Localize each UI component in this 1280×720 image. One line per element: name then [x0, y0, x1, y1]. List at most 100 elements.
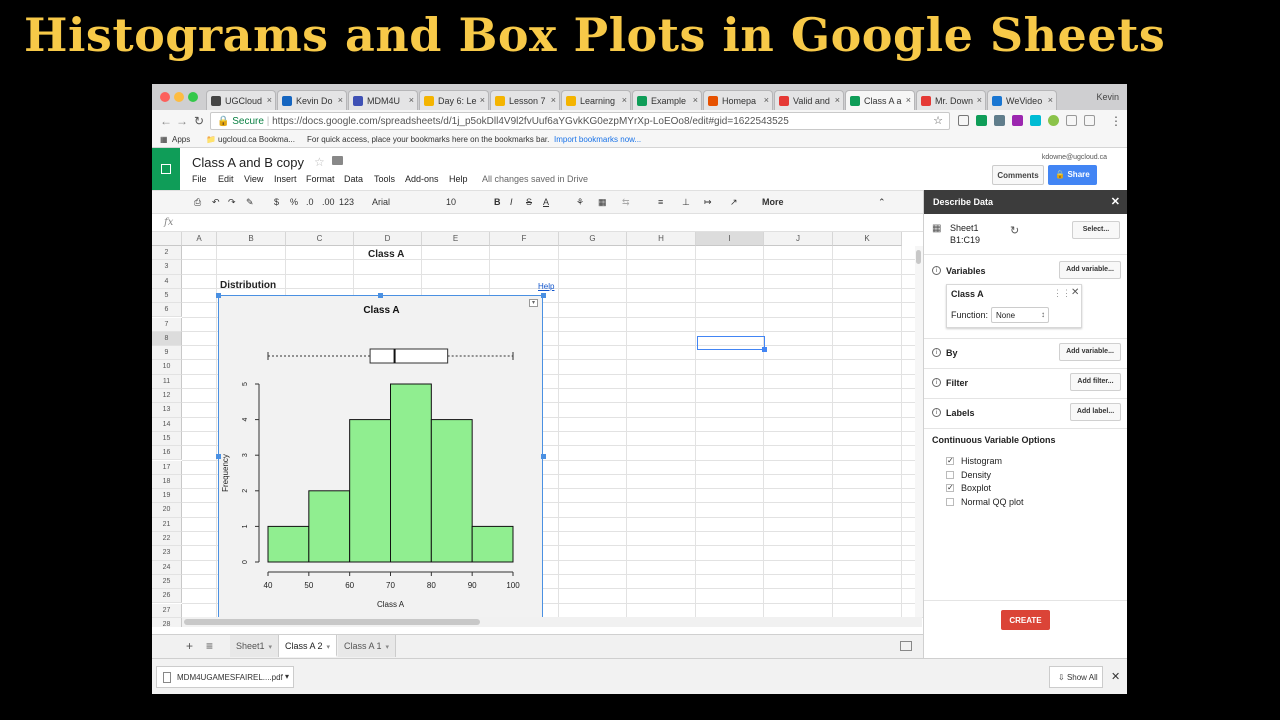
increase-decimal-button[interactable]: .00: [322, 197, 335, 207]
row-header[interactable]: 12: [152, 389, 182, 404]
row-header[interactable]: 15: [152, 431, 182, 447]
remove-variable-icon[interactable]: ✕: [1071, 287, 1079, 298]
cell-class-title[interactable]: Class A: [368, 249, 404, 260]
maximize-window-dot[interactable]: [188, 92, 198, 102]
bookmark-star-icon[interactable]: ☆: [933, 114, 943, 127]
close-icon[interactable]: ✕: [1111, 195, 1120, 208]
chevron-down-icon[interactable]: ▾: [269, 644, 273, 651]
bookmark-ugcloud[interactable]: ugcloud.ca Bookma...: [218, 135, 295, 144]
browser-tab[interactable]: WeVideo ×: [987, 90, 1057, 110]
row-header[interactable]: 5: [152, 288, 182, 304]
select-range-button[interactable]: Select...: [1072, 221, 1120, 239]
italic-button[interactable]: I: [510, 197, 513, 207]
all-sheets-icon[interactable]: ≡: [206, 639, 213, 653]
show-all-button[interactable]: ⇩ Show All: [1049, 666, 1103, 688]
row-header[interactable]: 7: [152, 317, 182, 332]
row-header[interactable]: 9: [152, 346, 182, 361]
close-tab-icon[interactable]: ×: [764, 95, 769, 105]
info-icon[interactable]: i: [932, 266, 941, 275]
percent-format-button[interactable]: %: [290, 197, 298, 207]
add-filter-button[interactable]: Add filter...: [1070, 373, 1121, 391]
row-header[interactable]: 4: [152, 274, 182, 289]
spreadsheet-grid[interactable]: ABCDEFGHIJK 2 3 4 5 6 7 8 9 10 11 12 13 14 15 16 17 18 19…: [152, 232, 923, 627]
close-tab-icon[interactable]: ×: [693, 95, 698, 105]
column-header[interactable]: H: [627, 232, 696, 246]
close-tab-icon[interactable]: ×: [480, 95, 485, 105]
browser-tab[interactable]: Class A a ×: [845, 90, 915, 110]
decrease-decimal-button[interactable]: .0: [306, 197, 314, 207]
column-header[interactable]: C: [286, 232, 354, 246]
collapse-menus-icon[interactable]: ⌃: [878, 197, 886, 208]
drag-handle-icon[interactable]: ⋮⋮: [1053, 288, 1071, 299]
save-status[interactable]: All changes saved in Drive: [482, 174, 588, 184]
column-header[interactable]: E: [422, 232, 490, 246]
fill-color-icon[interactable]: ⚘: [576, 197, 584, 208]
minimize-window-dot[interactable]: [174, 92, 184, 102]
corner-header[interactable]: [152, 232, 182, 246]
resize-handle[interactable]: [541, 454, 546, 459]
add-by-variable-button[interactable]: Add variable...: [1059, 343, 1121, 361]
menu-format[interactable]: Format: [306, 174, 335, 184]
more-button[interactable]: More: [762, 197, 784, 207]
column-header[interactable]: A: [182, 232, 217, 246]
forward-icon[interactable]: →: [176, 114, 188, 128]
row-header[interactable]: 10: [152, 360, 182, 375]
download-menu-icon[interactable]: ▾: [285, 672, 289, 681]
browser-tab[interactable]: Lesson 7 ×: [490, 90, 560, 110]
row-header[interactable]: 23: [152, 546, 182, 561]
close-tab-icon[interactable]: ×: [267, 95, 272, 105]
help-link[interactable]: Help: [538, 282, 554, 291]
menu-view[interactable]: View: [244, 174, 263, 184]
browser-menu-icon[interactable]: ⋮: [1110, 114, 1122, 128]
close-tab-icon[interactable]: ×: [551, 95, 556, 105]
align-horizontal-icon[interactable]: ≡: [658, 197, 663, 207]
column-header[interactable]: F: [490, 232, 559, 246]
info-icon[interactable]: i: [932, 378, 941, 387]
extension-icon[interactable]: [1048, 115, 1059, 126]
row-header[interactable]: 20: [152, 503, 182, 518]
explore-icon[interactable]: [900, 641, 912, 651]
close-window-dot[interactable]: [160, 92, 170, 102]
column-header[interactable]: G: [559, 232, 627, 246]
currency-format-button[interactable]: $: [274, 197, 279, 207]
text-rotation-icon[interactable]: ↗: [730, 197, 738, 208]
star-icon[interactable]: ☆: [314, 155, 325, 169]
row-header[interactable]: 19: [152, 489, 182, 504]
account-email[interactable]: kdowne@ugcloud.ca: [1042, 154, 1107, 161]
option-checkbox[interactable]: ✓: [946, 457, 954, 465]
row-header[interactable]: 11: [152, 374, 182, 389]
row-header[interactable]: 2: [152, 246, 182, 261]
menu-file[interactable]: File: [192, 174, 207, 184]
row-header[interactable]: 26: [152, 589, 182, 604]
browser-tab[interactable]: Kevin Do ×: [277, 90, 347, 110]
menu-tools[interactable]: Tools: [374, 174, 395, 184]
chevron-down-icon[interactable]: ▾: [327, 644, 331, 651]
document-title[interactable]: Class A and B copy: [192, 155, 304, 170]
close-downloads-icon[interactable]: ✕: [1111, 670, 1120, 683]
resize-handle[interactable]: [378, 293, 383, 298]
number-format-button[interactable]: 123: [339, 197, 354, 207]
column-header[interactable]: J: [764, 232, 833, 246]
import-bookmarks-link[interactable]: Import bookmarks now...: [554, 135, 641, 144]
browser-tab[interactable]: Homepa ×: [703, 90, 773, 110]
add-sheet-icon[interactable]: +: [186, 639, 193, 653]
menu-add-ons[interactable]: Add-ons: [405, 174, 439, 184]
sheet-tab[interactable]: Sheet1 ▾: [230, 635, 280, 657]
sheets-logo[interactable]: [152, 148, 180, 190]
undo-icon[interactable]: ↶: [212, 197, 220, 208]
create-button[interactable]: CREATE: [1001, 610, 1050, 630]
sheet-tab[interactable]: Class A 1 ▾: [338, 635, 397, 657]
row-header[interactable]: 3: [152, 260, 182, 275]
selected-cell[interactable]: [697, 336, 765, 350]
row-header[interactable]: 13: [152, 403, 182, 418]
folder-icon[interactable]: [332, 156, 343, 165]
row-header[interactable]: 27: [152, 603, 182, 618]
strikethrough-button[interactable]: S: [526, 197, 532, 207]
column-header[interactable]: K: [833, 232, 902, 246]
menu-help[interactable]: Help: [449, 174, 468, 184]
bold-button[interactable]: B: [494, 197, 501, 207]
option-checkbox[interactable]: ✓: [946, 484, 954, 492]
profile-name[interactable]: Kevin: [1096, 92, 1119, 102]
back-icon[interactable]: ←: [160, 114, 172, 128]
close-tab-icon[interactable]: ×: [409, 95, 414, 105]
